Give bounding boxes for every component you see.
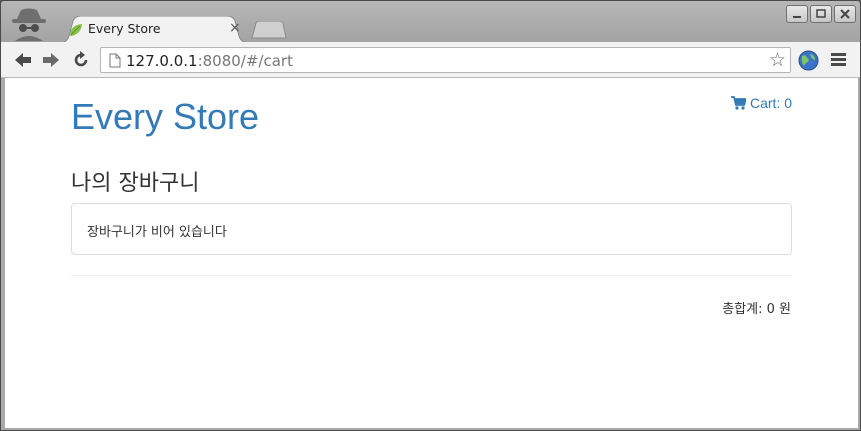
tab-close-icon[interactable]: ×	[229, 20, 241, 36]
cart-label: Cart: 0	[750, 95, 793, 111]
url-host: 127.0.0.1	[126, 52, 198, 70]
reload-button[interactable]	[71, 50, 91, 70]
tab-strip: Every Store ×	[1, 1, 860, 43]
page-viewport: Every Store Cart: 0 나의 장바구니 장바구니가 비어 있습니…	[5, 78, 858, 428]
maximize-icon	[816, 9, 826, 18]
address-bar[interactable]: 127.0.0.1:8080/#/cart ☆	[100, 47, 791, 73]
close-window-button[interactable]	[834, 5, 856, 23]
star-icon[interactable]: ☆	[769, 50, 786, 70]
store-title[interactable]: Every Store	[71, 96, 259, 138]
cart-panel: 장바구니가 비어 있습니다	[71, 203, 792, 255]
page-title: 나의 장바구니	[71, 171, 200, 196]
incognito-icon	[12, 8, 46, 41]
minimize-icon	[793, 16, 801, 18]
cart-total: 총합계: 0 원	[722, 302, 791, 317]
minimize-button[interactable]	[786, 5, 808, 23]
browser-toolbar: 127.0.0.1:8080/#/cart ☆	[1, 42, 860, 78]
forward-icon	[43, 53, 59, 67]
leaf-icon	[70, 24, 82, 36]
reload-icon	[74, 51, 88, 67]
menu-icon[interactable]	[831, 53, 846, 67]
empty-cart-message: 장바구니가 비어 있습니다	[87, 225, 227, 240]
divider	[71, 275, 792, 276]
tab-title: Every Store	[88, 21, 161, 36]
new-tab-button[interactable]	[251, 21, 287, 39]
window-controls	[786, 5, 856, 23]
cart-icon	[731, 96, 746, 110]
url-text[interactable]: 127.0.0.1:8080/#/cart	[126, 52, 293, 70]
back-button[interactable]	[13, 50, 33, 70]
maximize-button[interactable]	[810, 5, 832, 23]
browser-window: Every Store × 127.0.0.1:8080/#/cart ☆ Ev…	[0, 0, 861, 431]
cart-link[interactable]: Cart: 0	[731, 95, 792, 111]
forward-button[interactable]	[41, 50, 61, 70]
back-icon	[15, 53, 31, 67]
tab-every-store[interactable]: Every Store ×	[59, 16, 249, 43]
url-path: :8080/#/cart	[197, 52, 293, 70]
globe-extension-icon[interactable]	[798, 50, 819, 71]
page-icon	[109, 53, 121, 68]
close-icon	[840, 9, 850, 19]
